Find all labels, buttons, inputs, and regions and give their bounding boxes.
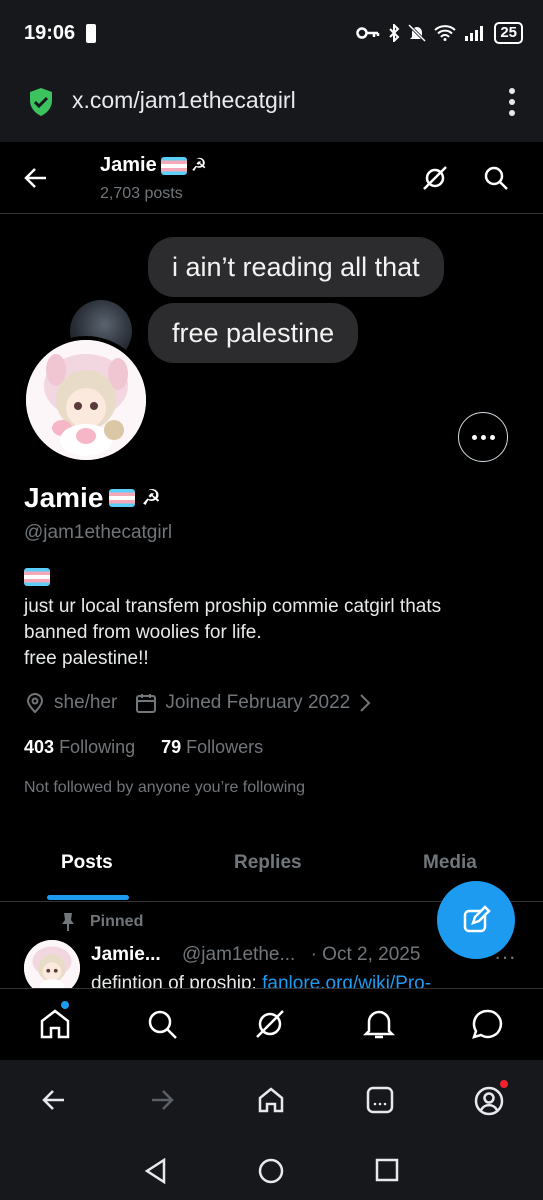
tweet-header: Jamie... @jam1ethe... · Oct 2, 2025	[91, 944, 420, 966]
wifi-icon	[434, 25, 456, 41]
status-time: 19:06	[24, 22, 76, 44]
search-icon[interactable]	[482, 164, 510, 192]
battery-saver-icon	[86, 24, 96, 43]
tab-replies[interactable]: Replies	[234, 852, 302, 874]
pinned-indicator: Pinned	[60, 912, 143, 932]
not-followed-notice: Not followed by anyone you’re following	[24, 779, 306, 796]
battery-indicator: 25	[494, 22, 523, 44]
profile-avatar[interactable]	[22, 336, 150, 464]
signal-icon	[465, 26, 484, 41]
bluetooth-icon	[389, 24, 400, 42]
location-pin-icon	[26, 693, 44, 714]
pronouns: she/her	[54, 692, 118, 713]
tab-media[interactable]: Media	[423, 852, 477, 874]
profile-handle: @jam1ethecatgirl	[24, 522, 173, 543]
compose-post-button[interactable]	[437, 881, 515, 959]
back-icon[interactable]	[40, 1086, 68, 1114]
tweet-date[interactable]: · Oct 2, 2025	[311, 944, 421, 965]
header-name-text: Jamie	[100, 154, 157, 176]
profile-name-text: Jamie	[24, 482, 104, 513]
browser-url-bar[interactable]: x.com/jam1ethecatgirl	[0, 70, 543, 142]
profile-header: Jamie ☭ 2,703 posts	[0, 142, 543, 214]
recents-square-icon[interactable]	[375, 1158, 399, 1182]
chevron-right-icon[interactable]	[358, 692, 372, 714]
tabs-icon[interactable]	[366, 1086, 394, 1114]
secure-shield-icon[interactable]	[28, 87, 54, 117]
followers-link[interactable]: 79 Followers	[161, 737, 263, 758]
profile-meta: she/her Joined February 2022	[24, 692, 372, 714]
grok-icon[interactable]	[421, 164, 449, 192]
account-notification-dot	[500, 1080, 508, 1088]
tweet-text: defintion of proship: fanlore.org/wiki/P…	[91, 974, 431, 988]
bio-line: just ur local transfem proship commie ca…	[24, 596, 442, 617]
header-name: Jamie ☭	[100, 154, 207, 177]
tab-posts[interactable]: Posts	[61, 852, 113, 874]
more-options-button[interactable]	[458, 412, 508, 462]
banner-message-bubble: i ain’t reading all that	[148, 237, 444, 297]
notifications-icon[interactable]	[362, 1007, 396, 1041]
hammer-sickle-icon: ☭	[141, 485, 162, 510]
forward-icon[interactable]	[148, 1086, 176, 1114]
status-icons: 25	[356, 22, 523, 44]
pinned-label: Pinned	[90, 913, 144, 930]
profile-name: Jamie ☭	[24, 482, 161, 514]
pin-icon	[62, 913, 74, 931]
follow-counts: 403 Following 79 Followers	[24, 737, 263, 758]
calendar-icon	[136, 694, 157, 713]
following-count: 403	[24, 737, 55, 757]
bottom-navigation	[0, 988, 543, 1060]
status-bar: 19:06 25	[0, 0, 543, 70]
followers-label: Followers	[186, 737, 264, 757]
bio-line: free palestine!!	[24, 648, 149, 669]
trans-flag-icon	[160, 156, 187, 175]
tweet-author-name[interactable]: Jamie...	[91, 944, 161, 965]
home-notification-dot	[61, 1001, 69, 1009]
back-triangle-icon[interactable]	[144, 1158, 168, 1184]
system-navigation	[0, 1142, 543, 1200]
bio-line: banned from woolies for life.	[24, 622, 262, 643]
joined-date[interactable]: Joined February 2022	[165, 692, 350, 714]
tweet-author-handle: @jam1ethe...	[182, 944, 296, 965]
profile-bio: just ur local transfem proship commie ca…	[24, 594, 524, 672]
trans-flag-icon	[109, 489, 136, 507]
hammer-sickle-icon: ☭	[190, 155, 207, 175]
browser-navigation	[0, 1060, 543, 1142]
home-circle-icon[interactable]	[258, 1158, 284, 1184]
active-tab-indicator	[47, 895, 129, 900]
banner-message-bubble: free palestine	[148, 303, 359, 363]
browser-menu-icon[interactable]	[509, 88, 515, 116]
url-text[interactable]: x.com/jam1ethecatgirl	[72, 87, 296, 114]
followers-count: 79	[161, 737, 182, 757]
following-label: Following	[59, 737, 136, 757]
mute-bell-icon	[408, 24, 427, 42]
tweet-link[interactable]: fanlore.org/wiki/Pro-	[262, 974, 431, 988]
following-link[interactable]: 403 Following	[24, 737, 135, 758]
catgirl-avatar-image	[26, 340, 146, 460]
search-icon[interactable]	[145, 1007, 179, 1041]
grok-icon[interactable]	[253, 1007, 287, 1041]
home-icon[interactable]	[38, 1007, 72, 1041]
bio-trans-flag-icon	[24, 568, 50, 586]
compose-icon	[463, 905, 491, 933]
tweet-body: defintion of proship:	[91, 974, 263, 988]
account-icon[interactable]	[474, 1086, 504, 1116]
back-arrow-icon[interactable]	[22, 164, 50, 192]
messages-icon[interactable]	[470, 1007, 504, 1041]
header-posts-count: 2,703 posts	[100, 185, 183, 202]
home-icon[interactable]	[257, 1086, 285, 1114]
vpn-key-icon	[356, 27, 380, 39]
